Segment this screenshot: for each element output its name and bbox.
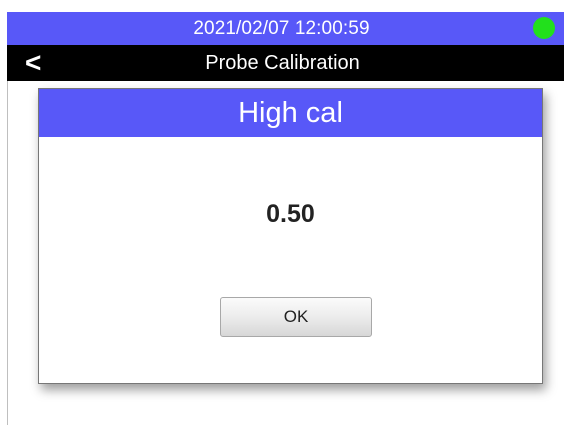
left-edge-divider bbox=[7, 81, 8, 425]
page-title: Probe Calibration bbox=[205, 52, 360, 74]
probe-calibration-screen: 2021/02/07 12:00:59 < Probe Calibration … bbox=[0, 0, 564, 425]
status-bar: 2021/02/07 12:00:59 bbox=[7, 12, 564, 45]
calibration-value: 0.50 bbox=[266, 200, 315, 228]
status-indicator-icon bbox=[533, 17, 555, 39]
status-datetime: 2021/02/07 12:00:59 bbox=[193, 18, 370, 39]
dialog-title: High cal bbox=[39, 89, 542, 137]
title-bar: < Probe Calibration bbox=[7, 45, 564, 81]
ok-button[interactable]: OK bbox=[220, 297, 372, 337]
high-cal-dialog: High cal 0.50 OK bbox=[38, 88, 543, 384]
